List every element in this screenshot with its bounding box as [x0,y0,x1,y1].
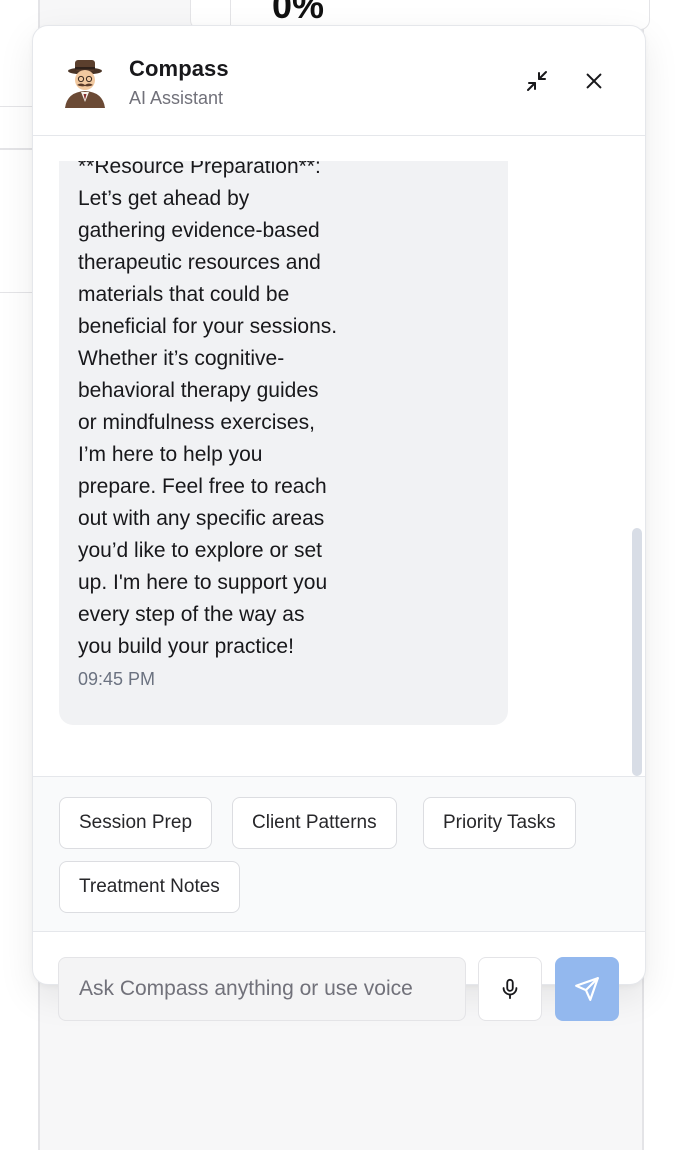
assistant-role: AI Assistant [129,88,224,108]
quick-actions: Session Prep Client Patterns Priority Ta… [33,776,645,932]
chat-header: Compass AI Assistant [33,26,645,136]
assistant-chat-widget: Compass AI Assistant **Resource Preparat… [32,25,646,985]
assistant-avatar [65,60,105,108]
voice-input-button[interactable] [478,957,542,1021]
minimize-arrows-icon [527,71,547,91]
send-icon [575,977,599,1001]
quick-action-client-patterns[interactable]: Client Patterns [232,797,397,849]
assistant-message-bubble: **Resource Preparation**: Let’s get ahea… [59,137,508,725]
assistant-name: Compass [129,56,229,81]
stat-value: 0% [272,0,325,26]
close-button[interactable] [579,66,609,96]
message-timestamp: 09:45 PM [78,669,156,689]
message-input[interactable] [58,957,466,1021]
quick-action-session-prep[interactable]: Session Prep [59,797,213,849]
quick-action-treatment-notes[interactable]: Treatment Notes [59,861,240,913]
quick-action-priority-tasks[interactable]: Priority Tasks [423,797,576,849]
send-button[interactable] [555,957,619,1021]
close-icon [586,73,602,89]
message-list-top-fade [33,137,645,161]
message-text: **Resource Preparation**: Let’s get ahea… [78,155,338,658]
background-panel-right [644,0,690,1150]
minimize-button[interactable] [522,66,552,96]
message-list[interactable]: **Resource Preparation**: Let’s get ahea… [33,137,645,777]
microphone-icon [502,978,518,1000]
scrollbar-thumb[interactable] [632,528,642,776]
